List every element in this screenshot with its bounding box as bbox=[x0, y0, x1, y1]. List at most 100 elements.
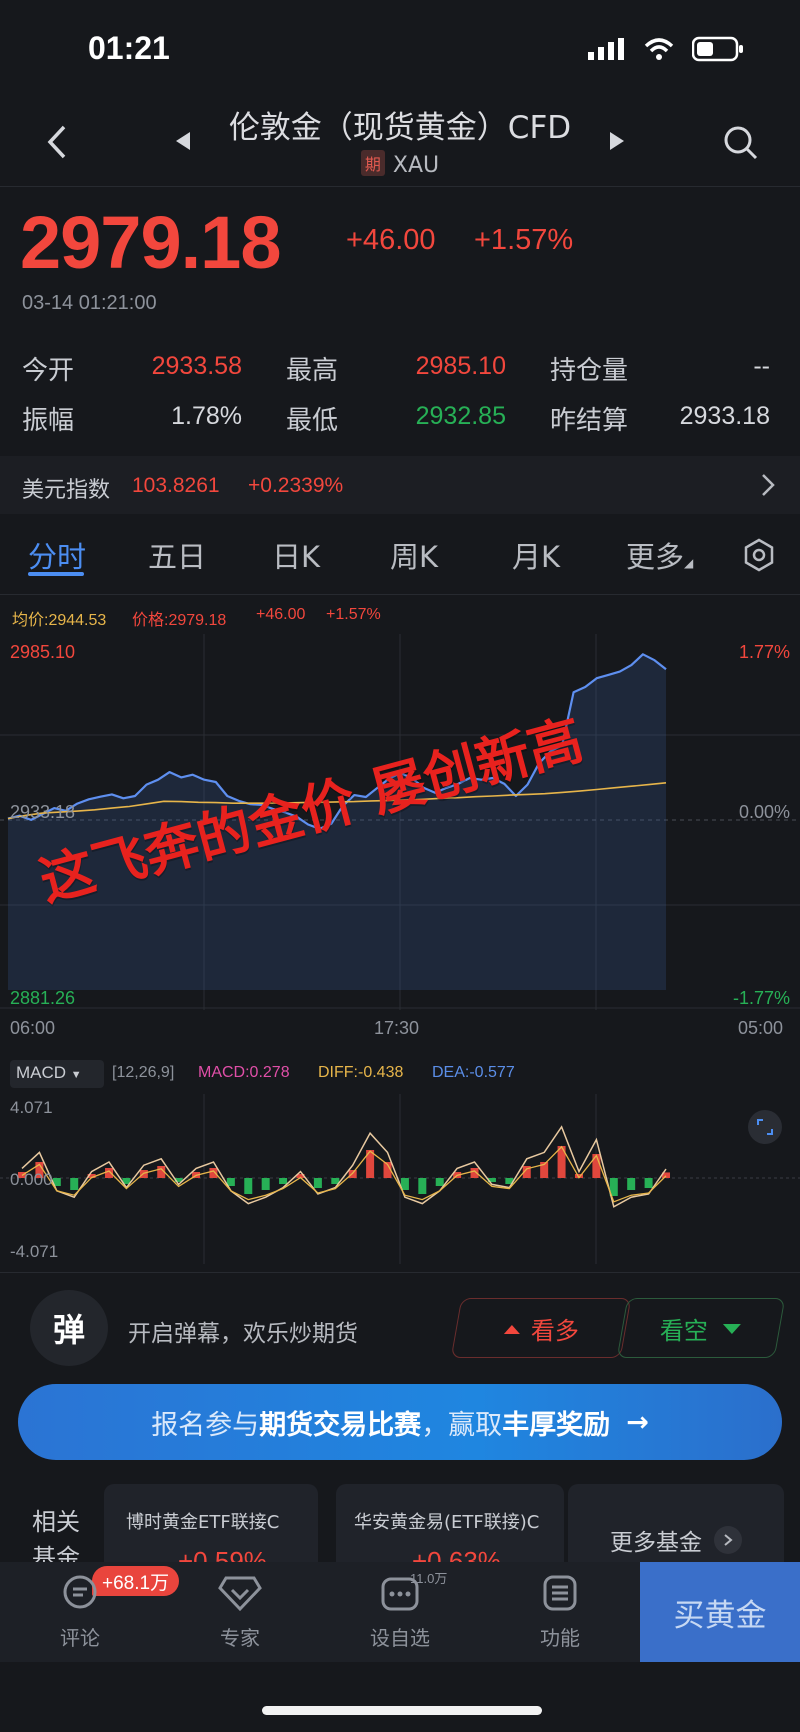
watchlist-count: 11.0万 bbox=[410, 1571, 448, 1586]
macd-histogram-bar bbox=[244, 1178, 253, 1194]
futures-badge: 期 bbox=[360, 150, 385, 176]
bullish-label: 看多 bbox=[531, 1316, 579, 1345]
arrow-up-icon bbox=[504, 1324, 520, 1333]
y-axis-bottom-label: 2881.26 bbox=[10, 988, 76, 1008]
diff-value: DIFF:-0.438 bbox=[318, 1064, 404, 1081]
bottom-tab-comments[interactable]: 评论 bbox=[30, 1574, 130, 1651]
tab-more-label: 更多 bbox=[626, 540, 685, 574]
bottom-tab-experts[interactable]: 专家 bbox=[190, 1574, 290, 1651]
bottom-tab-experts-label: 专家 bbox=[220, 1626, 260, 1650]
legend-change-pct: +1.57% bbox=[326, 606, 381, 623]
stat-oi-label: 持仓量 bbox=[550, 356, 629, 386]
diff-line bbox=[21, 1125, 667, 1208]
tabs-divider bbox=[0, 594, 800, 595]
x-axis-end-label: 05:00 bbox=[738, 1018, 784, 1038]
header-divider bbox=[0, 186, 800, 187]
macd-histogram-bar bbox=[644, 1178, 653, 1188]
caret-icon: ◢ bbox=[684, 556, 694, 570]
menu-list-icon bbox=[543, 1575, 577, 1611]
macd-histogram-bar bbox=[279, 1178, 288, 1184]
dollar-index-label: 美元指数 bbox=[22, 478, 111, 503]
legend-avg: 均价:2944.53 bbox=[12, 612, 107, 629]
dropdown-icon: ▼ bbox=[70, 1069, 82, 1081]
stat-amplitude-label: 振幅 bbox=[22, 406, 75, 436]
price-change: +46.00 bbox=[346, 224, 436, 256]
tab-weekly-k[interactable]: 周K bbox=[390, 534, 438, 576]
dollar-index-change: +0.2339% bbox=[248, 474, 344, 497]
bottom-tab-functions[interactable]: 功能 bbox=[510, 1574, 610, 1651]
macd-divider bbox=[0, 1272, 800, 1273]
macd-histogram-bar bbox=[70, 1178, 79, 1190]
diamond-icon bbox=[218, 1576, 262, 1612]
danmu-prompt: 开启弹幕，欢乐炒期货 bbox=[128, 1321, 358, 1347]
next-instrument-icon[interactable] bbox=[608, 130, 626, 152]
tab-five-day[interactable]: 五日 bbox=[148, 534, 206, 576]
buy-gold-button[interactable]: 买黄金 bbox=[640, 1562, 800, 1662]
banner-prefix: 报名参与 bbox=[151, 1409, 260, 1441]
macd-params: [12,26,9] bbox=[112, 1064, 175, 1081]
danmu-toggle-button[interactable]: 弹 bbox=[30, 1290, 108, 1366]
macd-histogram-bar bbox=[435, 1178, 444, 1186]
pct-axis-top-label: 1.77% bbox=[738, 642, 790, 662]
pct-axis-bottom-label: -1.77% bbox=[732, 988, 790, 1008]
bottom-tab-functions-label: 功能 bbox=[540, 1626, 580, 1650]
y-axis-mid-label: 2933.18 bbox=[10, 802, 76, 822]
stat-high-value: 2985.10 bbox=[415, 352, 506, 380]
macd-histogram-bar bbox=[209, 1168, 218, 1178]
bottom-tab-comments-label: 评论 bbox=[60, 1626, 100, 1650]
tab-monthly-k[interactable]: 月K bbox=[512, 534, 560, 576]
bottom-tab-watchlist-label: 设自选 bbox=[370, 1626, 430, 1650]
macd-y-bottom: -4.071 bbox=[10, 1242, 59, 1261]
legend-change: +46.00 bbox=[256, 606, 306, 623]
comment-icon bbox=[63, 1575, 97, 1609]
macd-y-top: 4.071 bbox=[10, 1098, 53, 1117]
chevron-right-circle-icon bbox=[714, 1526, 742, 1554]
indicator-name: MACD bbox=[16, 1063, 67, 1082]
signal-icon bbox=[588, 38, 624, 60]
tab-daily-k[interactable]: 日K bbox=[272, 534, 320, 576]
status-icons bbox=[588, 36, 744, 62]
stat-open-value: 2933.58 bbox=[151, 352, 242, 380]
tab-intraday[interactable]: 分时 bbox=[28, 534, 86, 576]
macd-histogram-bar bbox=[313, 1178, 322, 1188]
macd-histogram-bar bbox=[418, 1178, 427, 1194]
price-change-pct: +1.57% bbox=[474, 224, 574, 256]
chevron-right-icon bbox=[762, 474, 775, 496]
last-price: 2979.18 bbox=[20, 201, 281, 284]
tab-more[interactable]: 更多◢ bbox=[626, 534, 693, 576]
home-indicator bbox=[262, 1706, 542, 1715]
expand-chart-button[interactable] bbox=[748, 1110, 782, 1144]
x-axis-start-label: 06:00 bbox=[10, 1018, 56, 1038]
indicator-selector[interactable]: MACD ▼ bbox=[10, 1060, 104, 1088]
stat-prev-settle-label: 昨结算 bbox=[550, 406, 629, 436]
fund-name-2: 华安黄金易(ETF联接)C bbox=[354, 1512, 540, 1533]
banner-bold-1: 期货交易比赛 bbox=[259, 1409, 422, 1441]
more-funds-label: 更多基金 bbox=[610, 1530, 702, 1556]
bearish-label: 看空 bbox=[660, 1316, 708, 1345]
dollar-index-row[interactable] bbox=[0, 456, 800, 514]
competition-banner[interactable]: 报名参与 期货交易比赛 ，赢取 丰厚奖励 → bbox=[18, 1384, 782, 1460]
fund-name-1: 博时黄金ETF联接C bbox=[126, 1512, 280, 1533]
bullish-button[interactable]: 看多 bbox=[450, 1298, 632, 1358]
instrument-symbol: XAU bbox=[392, 153, 440, 178]
macd-value: MACD:0.278 bbox=[198, 1064, 290, 1081]
stat-oi-value: -- bbox=[753, 352, 770, 380]
bottom-tab-watchlist[interactable]: 11.0万 设自选 bbox=[350, 1571, 450, 1651]
quote-timestamp: 03-14 01:21:00 bbox=[22, 292, 157, 314]
macd-y-mid: 0.000 bbox=[10, 1170, 53, 1189]
arrow-right-icon: → bbox=[626, 1406, 649, 1438]
search-icon[interactable] bbox=[722, 124, 760, 162]
macd-histogram-bar bbox=[592, 1154, 601, 1178]
arrow-down-icon bbox=[723, 1323, 741, 1333]
macd-histogram-bar bbox=[261, 1178, 270, 1190]
macd-chart[interactable] bbox=[0, 1094, 800, 1264]
legend-price: 价格:2979.18 bbox=[132, 612, 227, 629]
stat-amplitude-value: 1.78% bbox=[171, 402, 242, 430]
chart-settings-icon[interactable] bbox=[742, 538, 776, 572]
status-time: 01:21 bbox=[88, 30, 170, 66]
bearish-button[interactable]: 看空 bbox=[616, 1298, 786, 1358]
dea-value: DEA:-0.577 bbox=[432, 1064, 515, 1081]
x-axis-mid-label: 17:30 bbox=[374, 1018, 420, 1038]
stat-open-label: 今开 bbox=[22, 356, 75, 386]
instrument-title: 伦敦金（现货黄金）CFD bbox=[228, 110, 572, 146]
